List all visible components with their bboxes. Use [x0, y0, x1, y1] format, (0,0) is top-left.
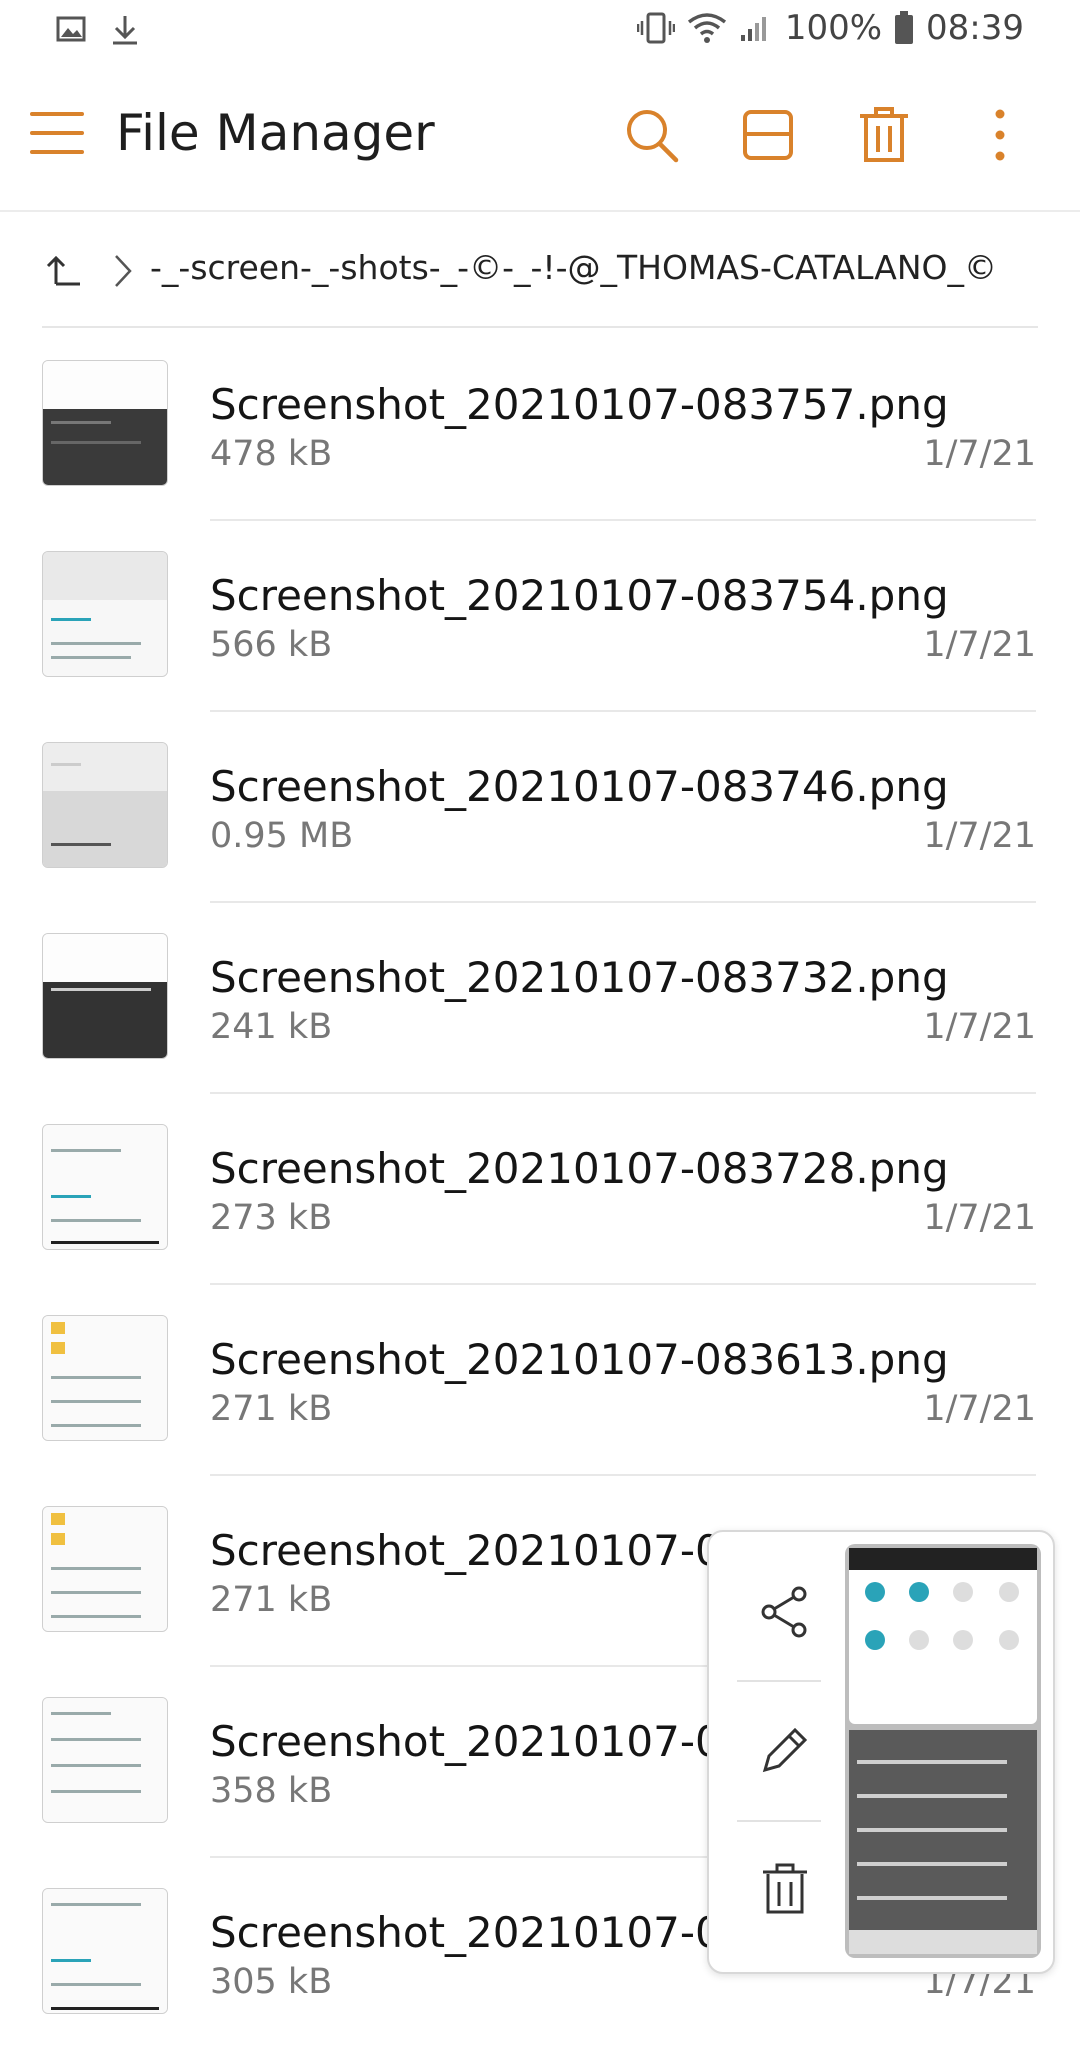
file-thumbnail: [42, 1124, 168, 1250]
status-bar: 100% 08:39: [0, 0, 1080, 64]
file-thumbnail: [42, 742, 168, 868]
file-size: 305 kB: [210, 1962, 333, 2002]
file-thumbnail: [42, 360, 168, 486]
list-item[interactable]: Screenshot_20210107-083757.png 478 kB 1/…: [0, 330, 1080, 521]
list-item[interactable]: Screenshot_20210107-083613.png 271 kB 1/…: [0, 1285, 1080, 1476]
battery-percent: 100%: [784, 8, 883, 48]
chevron-right-icon: [115, 255, 132, 287]
vibrate-icon: [636, 12, 675, 44]
file-date: 1/7/21: [923, 816, 1036, 856]
file-size: 358 kB: [210, 1771, 333, 1811]
clock: 08:39: [926, 8, 1024, 48]
file-name: Screenshot_20210107-083613.png: [210, 1335, 949, 1384]
up-arrow-icon[interactable]: [46, 252, 84, 290]
page-title: File Manager: [116, 104, 435, 162]
view-layout-icon[interactable]: [738, 102, 798, 168]
file-size: 241 kB: [210, 1007, 333, 1047]
list-item[interactable]: Screenshot_20210107-083746.png 0.95 MB 1…: [0, 712, 1080, 903]
file-thumbnail: [42, 933, 168, 1059]
menu-icon: [30, 112, 84, 116]
file-name: Screenshot_20210107-0: [210, 1908, 722, 1957]
divider: [42, 326, 1038, 328]
file-name: Screenshot_20210107-083732.png: [210, 953, 949, 1002]
file-date: 1/7/21: [923, 1198, 1036, 1238]
file-thumbnail: [42, 1506, 168, 1632]
file-date: 1/7/21: [923, 1389, 1036, 1429]
list-item[interactable]: Screenshot_20210107-083754.png 566 kB 1/…: [0, 521, 1080, 712]
file-size: 0.95 MB: [210, 816, 354, 856]
file-thumbnail: [42, 1888, 168, 2014]
file-name: Screenshot_20210107-083757.png: [210, 380, 949, 429]
delete-icon: [763, 1863, 807, 1914]
edit-icon: [762, 1727, 808, 1773]
delete-button[interactable]: [733, 1828, 837, 1948]
file-size: 566 kB: [210, 625, 333, 665]
file-date: 1/7/21: [923, 625, 1036, 665]
list-item[interactable]: Screenshot_20210107-083728.png 273 kB 1/…: [0, 1094, 1080, 1285]
share-icon: [761, 1586, 807, 1638]
search-icon[interactable]: [622, 102, 682, 168]
file-date: 1/7/21: [923, 1007, 1036, 1047]
file-name: Screenshot_20210107-083754.png: [210, 571, 949, 620]
file-date: 1/7/21: [923, 434, 1036, 474]
battery-icon: [895, 11, 914, 44]
file-thumbnail: [42, 551, 168, 677]
file-name: Screenshot_20210107-083728.png: [210, 1144, 949, 1193]
screenshot-thumbnail[interactable]: [845, 1544, 1041, 1958]
file-thumbnail: [42, 1697, 168, 1823]
download-icon: [113, 16, 137, 45]
file-thumbnail: [42, 1315, 168, 1441]
app-bar: File Manager: [0, 64, 1080, 212]
file-size: 478 kB: [210, 434, 333, 474]
menu-button[interactable]: [30, 112, 84, 162]
trash-icon[interactable]: [854, 102, 914, 168]
edit-button[interactable]: [733, 1690, 837, 1810]
more-options-icon[interactable]: [970, 102, 1030, 168]
signal-icon: [740, 17, 766, 41]
file-name: Screenshot_20210107-083746.png: [210, 762, 949, 811]
share-button[interactable]: [733, 1552, 837, 1672]
breadcrumb: -_-screen-_-shots-_-©-_-!-@_THOMAS-CATAL…: [0, 212, 1080, 328]
breadcrumb-path[interactable]: -_-screen-_-shots-_-©-_-!-@_THOMAS-CATAL…: [150, 248, 997, 287]
gallery-icon: [56, 16, 86, 42]
file-size: 271 kB: [210, 1580, 333, 1620]
file-size: 271 kB: [210, 1389, 333, 1429]
list-item[interactable]: Screenshot_20210107-083732.png 241 kB 1/…: [0, 903, 1080, 1094]
file-size: 273 kB: [210, 1198, 333, 1238]
wifi-icon: [687, 13, 726, 43]
screenshot-preview-popup: [707, 1530, 1055, 1974]
file-name: Screenshot_20210107-0: [210, 1717, 722, 1766]
